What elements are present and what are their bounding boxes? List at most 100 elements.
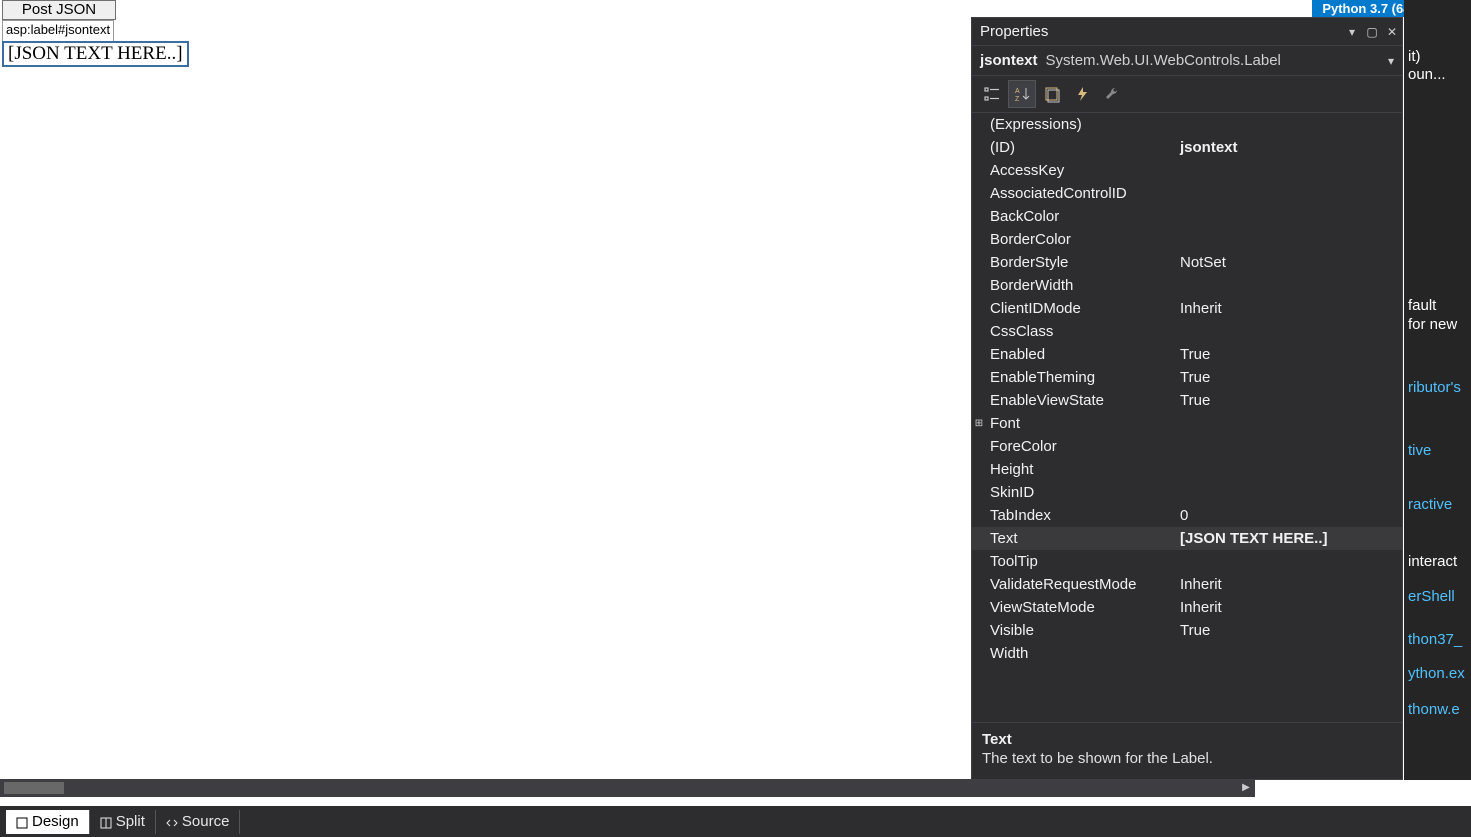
property-row-height[interactable]: Height	[972, 458, 1402, 481]
property-name: BorderStyle	[986, 251, 1174, 274]
property-name: Height	[986, 458, 1174, 481]
property-name: CssClass	[986, 320, 1174, 343]
design-icon	[16, 816, 28, 828]
property-name: Text	[986, 527, 1174, 550]
property-name: AssociatedControlID	[986, 182, 1174, 205]
property-row-enabled[interactable]: EnabledTrue	[972, 343, 1402, 366]
property-row-borderwidth[interactable]: BorderWidth	[972, 274, 1402, 297]
property-row-accesskey[interactable]: AccessKey	[972, 159, 1402, 182]
property-name: BorderWidth	[986, 274, 1174, 297]
property-value[interactable]: NotSet	[1174, 251, 1402, 274]
tab-label: Source	[182, 813, 230, 830]
property-name: EnableViewState	[986, 389, 1174, 412]
window-close-icon[interactable]: ✕	[1382, 18, 1402, 46]
property-row-tabindex[interactable]: TabIndex0	[972, 504, 1402, 527]
background-text-fragment: it)	[1404, 48, 1421, 65]
scrollbar-thumb[interactable]	[4, 782, 64, 794]
property-value[interactable]: Inherit	[1174, 596, 1402, 619]
window-dropdown-icon[interactable]: ▾	[1342, 18, 1362, 46]
property-value[interactable]: Inherit	[1174, 573, 1402, 596]
property-name: TabIndex	[986, 504, 1174, 527]
property-name: ForeColor	[986, 435, 1174, 458]
property-name: ValidateRequestMode	[986, 573, 1174, 596]
tab-source[interactable]: Source	[156, 810, 241, 834]
property-value[interactable]: True	[1174, 343, 1402, 366]
python-environments-background: it)oun... fault for new ributor's tive ractiv…	[1404, 0, 1471, 780]
property-row-backcolor[interactable]: BackColor	[972, 205, 1402, 228]
property-row-borderstyle[interactable]: BorderStyleNotSet	[972, 251, 1402, 274]
property-name: EnableTheming	[986, 366, 1174, 389]
properties-toolbar: AZ	[972, 76, 1402, 113]
property-value[interactable]: 0	[1174, 504, 1402, 527]
property-row-expressions[interactable]: (Expressions)	[972, 113, 1402, 136]
tab-label: Split	[116, 813, 145, 830]
events-button[interactable]	[1068, 80, 1096, 108]
property-row-enabletheming[interactable]: EnableThemingTrue	[972, 366, 1402, 389]
background-text-fragment[interactable]: tive	[1404, 442, 1431, 459]
property-name: SkinID	[986, 481, 1174, 504]
tab-design[interactable]: Design	[6, 810, 90, 834]
source-icon	[166, 816, 178, 828]
property-row-clientidmode[interactable]: ClientIDModeInherit	[972, 297, 1402, 320]
properties-titlebar: Properties ▾ ▢ ✕	[972, 18, 1402, 46]
property-name: (Expressions)	[986, 113, 1174, 136]
window-maximize-icon[interactable]: ▢	[1362, 18, 1382, 46]
alphabetical-view-button[interactable]: AZ	[1008, 80, 1036, 108]
property-pages-button[interactable]	[1038, 80, 1066, 108]
property-value[interactable]: True	[1174, 389, 1402, 412]
background-text-fragment: oun...	[1404, 66, 1446, 83]
categorized-view-button[interactable]	[978, 80, 1006, 108]
property-name: Width	[986, 642, 1174, 661]
property-name: AccessKey	[986, 159, 1174, 182]
svg-text:A: A	[1015, 88, 1020, 95]
property-row-viewstatemode[interactable]: ViewStateModeInherit	[972, 596, 1402, 619]
post-json-button[interactable]: Post JSON	[2, 0, 116, 20]
background-text-fragment[interactable]: thonw.e	[1404, 701, 1460, 718]
wrench-icon[interactable]	[1098, 80, 1126, 108]
property-value[interactable]: True	[1174, 366, 1402, 389]
selector-dropdown-icon[interactable]: ▾	[1388, 54, 1394, 68]
properties-selector[interactable]: jsontext System.Web.UI.WebControls.Label…	[972, 46, 1402, 76]
properties-title-text: Properties	[980, 18, 1342, 46]
property-row-id[interactable]: (ID)jsontext	[972, 136, 1402, 159]
property-row-enableviewstate[interactable]: EnableViewStateTrue	[972, 389, 1402, 412]
property-value[interactable]: True	[1174, 619, 1402, 642]
property-row-bordercolor[interactable]: BorderColor	[972, 228, 1402, 251]
property-row-visible[interactable]: VisibleTrue	[972, 619, 1402, 642]
property-value[interactable]: Inherit	[1174, 297, 1402, 320]
property-name: ClientIDMode	[986, 297, 1174, 320]
horizontal-scrollbar[interactable]: ▶	[0, 779, 1255, 797]
property-name: ViewStateMode	[986, 596, 1174, 619]
property-name: (ID)	[986, 136, 1174, 159]
background-text-fragment: for new	[1404, 316, 1457, 333]
scrollbar-right-arrow-icon[interactable]: ▶	[1239, 781, 1253, 795]
property-row-cssclass[interactable]: CssClass	[972, 320, 1402, 343]
background-text-fragment[interactable]: erShell	[1404, 588, 1455, 605]
properties-grid[interactable]: (Expressions)(ID)jsontextAccessKeyAssoci…	[972, 113, 1402, 661]
background-text-fragment[interactable]: thon37_	[1404, 631, 1462, 648]
background-text-fragment[interactable]: ributor's	[1404, 379, 1461, 396]
property-name: BorderColor	[986, 228, 1174, 251]
background-text-fragment[interactable]: ython.ex	[1404, 665, 1465, 682]
jsontext-label-control[interactable]: [JSON TEXT HERE..]	[2, 41, 189, 67]
svg-text:Z: Z	[1015, 96, 1020, 103]
tab-split[interactable]: Split	[90, 810, 156, 834]
background-text-fragment[interactable]: ractive	[1404, 496, 1452, 513]
property-row-associatedcontrolid[interactable]: AssociatedControlID	[972, 182, 1402, 205]
property-row-width[interactable]: Width	[972, 642, 1402, 661]
property-row-validaterequestmode[interactable]: ValidateRequestModeInherit	[972, 573, 1402, 596]
selected-control-id: jsontext	[980, 52, 1038, 69]
asp-selection-tag[interactable]: asp:label#jsontext	[2, 20, 114, 42]
property-row-skinid[interactable]: SkinID	[972, 481, 1402, 504]
selected-control-type: System.Web.UI.WebControls.Label	[1046, 52, 1380, 69]
property-value[interactable]: jsontext	[1174, 136, 1402, 159]
expand-icon[interactable]: ⊞	[972, 412, 986, 435]
property-row-text[interactable]: Text[JSON TEXT HERE..]	[972, 527, 1402, 550]
property-value[interactable]: [JSON TEXT HERE..]	[1174, 527, 1402, 550]
description-text: The text to be shown for the Label.	[982, 750, 1392, 767]
property-row-tooltip[interactable]: ToolTip	[972, 550, 1402, 573]
view-tabs: Design Split Source	[0, 806, 1471, 837]
property-row-forecolor[interactable]: ForeColor	[972, 435, 1402, 458]
property-row-font[interactable]: ⊞Font	[972, 412, 1402, 435]
background-text-fragment: fault	[1404, 297, 1436, 314]
